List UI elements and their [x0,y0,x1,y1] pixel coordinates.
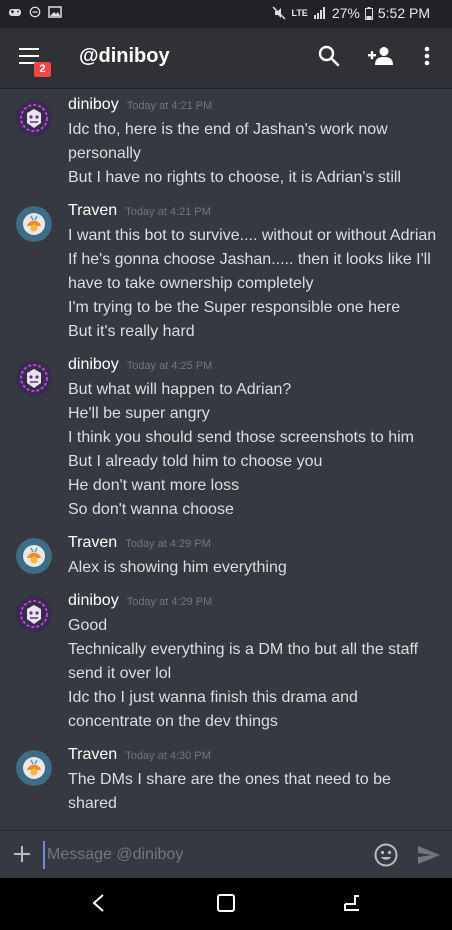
message-line[interactable]: But it's really hard [68,320,452,344]
timestamp: Today at 4:21 PM [125,206,211,218]
clock: 5:52 PM [377,5,430,21]
message-line[interactable]: The DMs I share are the ones that need t… [68,768,452,816]
message-group: Traven Today at 4:21 PM I want this bot … [0,202,452,344]
message-line[interactable]: If he's gonna choose Jashan..... then it… [68,248,452,296]
author-name[interactable]: diniboy [68,356,119,374]
message-line[interactable]: I'm trying to be the Super responsible o… [68,296,452,320]
battery-percent: 27% [331,5,360,21]
author-name[interactable]: diniboy [68,592,119,610]
timestamp: Today at 4:30 PM [125,750,211,762]
message-line[interactable]: He'll be super angry [68,402,452,426]
send-icon[interactable] [417,845,441,865]
author-name[interactable]: Traven [68,534,117,552]
message-line[interactable]: I think you should send those screenshot… [68,426,452,450]
avatar-traven[interactable] [16,750,52,786]
mute-icon [272,6,287,20]
recent-apps-icon[interactable] [341,892,363,914]
avatar-traven[interactable] [16,538,52,574]
composer [0,830,452,879]
minus-circle-icon [29,6,41,18]
signal-icon [313,7,325,19]
add-attachment-icon[interactable] [12,844,32,864]
message-group: diniboy Today at 4:21 PM Idc tho, here i… [0,96,452,190]
status-bar: LTE 27% 5:52 PM [0,0,452,28]
message-input[interactable] [43,841,369,869]
network-label: LTE [291,8,308,18]
message-group: Traven Today at 4:29 PM Alex is showing … [0,534,452,580]
channel-title: @diniboy [79,45,170,67]
gamepad-icon [9,9,21,16]
message-line[interactable]: So don't wanna choose [68,498,452,522]
message-line[interactable]: But what will happen to Adrian? [68,378,452,402]
message-line[interactable]: He don't want more loss [68,474,452,498]
message-group: diniboy Today at 4:25 PM But what will h… [0,356,452,522]
author-name[interactable]: diniboy [68,96,119,114]
message-line[interactable]: Idc tho I just wanna finish this drama a… [68,686,452,734]
avatar-diniboy[interactable] [16,100,52,136]
more-options-icon[interactable] [424,46,430,66]
message-line[interactable]: Idc tho, here is the end of Jashan's wor… [68,118,452,166]
message-group: diniboy Today at 4:29 PM Good Technicall… [0,592,452,734]
app-header: 2 @diniboy [0,28,452,88]
add-friend-icon[interactable] [367,46,395,66]
home-icon[interactable] [215,892,237,914]
notification-badge: 2 [34,62,51,77]
search-icon[interactable] [318,45,340,67]
author-name[interactable]: Traven [68,746,117,764]
message-list[interactable]: diniboy Today at 4:21 PM Idc tho, here i… [0,96,452,830]
back-icon[interactable] [88,892,110,914]
message-line[interactable]: But I have no rights to choose, it is Ad… [68,166,452,190]
message-line[interactable]: Alex is showing him everything [68,556,452,580]
message-group: Traven Today at 4:30 PM The DMs I share … [0,746,452,816]
message-line[interactable]: But I already told him to choose you [68,450,452,474]
timestamp: Today at 4:25 PM [126,360,213,372]
avatar-diniboy[interactable] [16,360,52,396]
message-line[interactable]: Technically everything is a DM tho but a… [68,638,452,686]
avatar-traven[interactable] [16,206,52,242]
message-line[interactable]: I want this bot to survive.... without o… [68,224,452,248]
system-navbar [0,878,452,930]
image-icon [48,6,62,18]
author-name[interactable]: Traven [68,202,117,220]
emoji-icon[interactable] [374,843,398,867]
timestamp: Today at 4:29 PM [126,596,213,608]
message-line[interactable]: Good [68,614,452,638]
avatar-diniboy[interactable] [16,596,52,632]
timestamp: Today at 4:21 PM [126,100,213,112]
timestamp: Today at 4:29 PM [125,538,211,550]
battery-icon [364,6,373,20]
